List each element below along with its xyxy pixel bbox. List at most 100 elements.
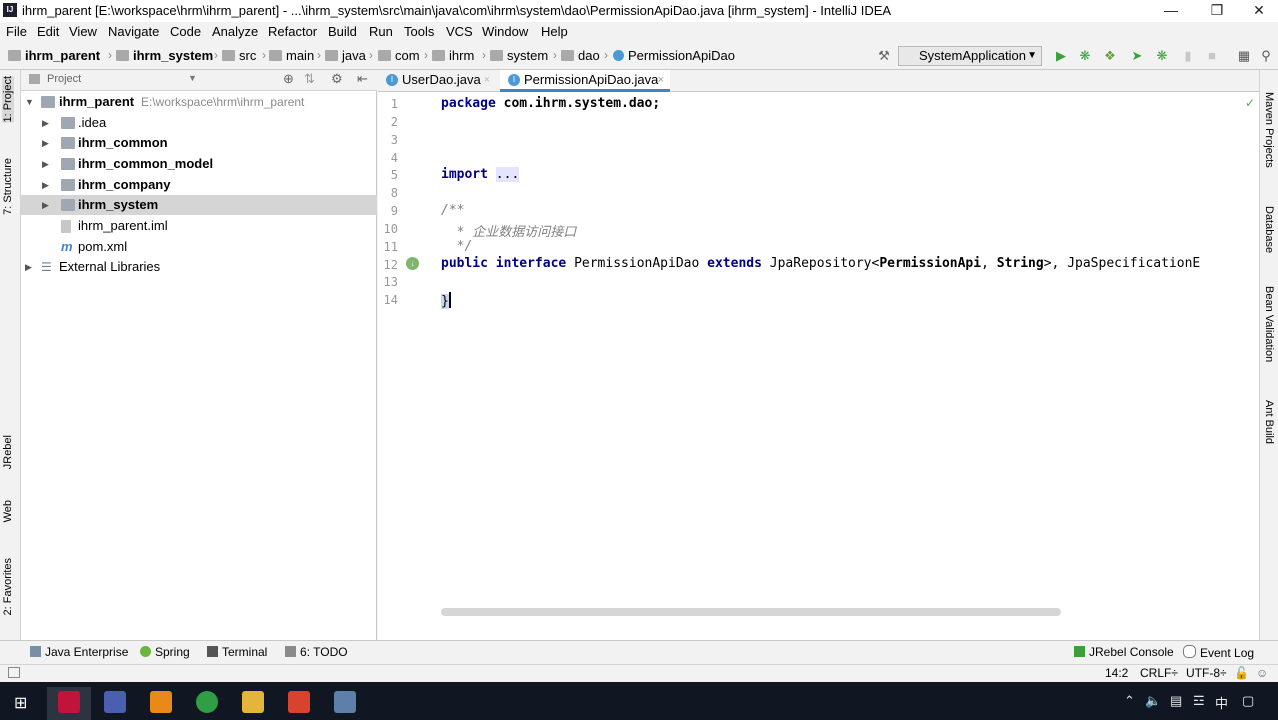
tool-jrebel-console[interactable]: JRebel Console [1074, 645, 1174, 659]
tree-item-ihrm-common[interactable]: ▶ ihrm_common [21, 133, 377, 153]
tree-item-external-libraries[interactable]: ▶ ☰ External Libraries [21, 257, 377, 277]
scroll-from-source-icon[interactable]: ⊕ [283, 71, 294, 87]
file-encoding[interactable]: UTF-8÷ [1186, 666, 1227, 680]
jrebel-debug-icon[interactable]: ❋ [1154, 48, 1170, 64]
tree-item-ihrm-parent[interactable]: ▼ ihrm_parent E:\workspace\hrm\ihrm_pare… [21, 92, 377, 112]
debug-icon[interactable]: ❋ [1077, 48, 1093, 64]
tab-jrebel[interactable]: JRebel [2, 435, 14, 469]
tool-java-enterprise[interactable]: Java Enterprise [30, 645, 128, 659]
stop-icon[interactable]: ■ [1204, 48, 1220, 64]
search-everywhere-icon[interactable]: ⚲ [1258, 48, 1274, 64]
tree-item-ihrm-company[interactable]: ▶ ihrm_company [21, 175, 377, 195]
breadcrumb-src[interactable]: src [222, 48, 256, 63]
taskbar-app-7[interactable] [323, 687, 367, 720]
chevron-right-icon[interactable]: ▶ [42, 133, 49, 153]
chevron-right-icon[interactable]: ▶ [25, 257, 32, 277]
chevron-down-icon[interactable]: ▼ [25, 92, 34, 112]
chevron-right-icon[interactable]: ▶ [42, 175, 49, 195]
menu-view[interactable]: View [69, 24, 97, 39]
tool-event-log[interactable]: Event Log [1183, 645, 1254, 660]
tab-web[interactable]: Web [2, 500, 14, 522]
menu-file[interactable]: File [6, 24, 27, 39]
menu-edit[interactable]: Edit [37, 24, 59, 39]
breadcrumb-ihrm-parent[interactable]: ihrm_parent [8, 48, 100, 63]
taskbar-app-2[interactable] [93, 687, 137, 720]
run-icon[interactable]: ▶ [1053, 48, 1069, 64]
tray-ime-indicator[interactable]: 中 [1215, 693, 1228, 712]
line-separator[interactable]: CRLF÷ [1140, 666, 1178, 680]
breadcrumb-dao[interactable]: dao [561, 48, 600, 63]
menu-window[interactable]: Window [482, 24, 528, 39]
menu-code[interactable]: Code [170, 24, 201, 39]
tab-project[interactable]: 1: Project [2, 76, 14, 123]
tree-item-ihrm-common-model[interactable]: ▶ ihrm_common_model [21, 154, 377, 174]
breadcrumb-main[interactable]: main [269, 48, 314, 63]
menu-help[interactable]: Help [541, 24, 568, 39]
menu-navigate[interactable]: Navigate [108, 24, 159, 39]
tree-item-ihrm-parent-iml[interactable]: ihrm_parent.iml [21, 216, 377, 236]
breadcrumb-ihrm[interactable]: ihrm [432, 48, 474, 63]
taskbar-chrome[interactable] [185, 687, 229, 720]
tool-terminal[interactable]: Terminal [207, 645, 267, 659]
menu-refactor[interactable]: Refactor [268, 24, 317, 39]
tool-todo[interactable]: 6: TODO [285, 645, 348, 659]
taskbar-app-6[interactable] [277, 687, 321, 720]
tree-item-idea[interactable]: ▶ .idea [21, 113, 377, 133]
tab-database[interactable]: Database [1263, 206, 1275, 253]
tab-favorites[interactable]: 2: Favorites [2, 558, 14, 615]
taskbar-intellij[interactable] [47, 687, 91, 720]
chevron-right-icon[interactable]: ▶ [42, 195, 49, 215]
tab-userdao-java[interactable]: I UserDao.java × [378, 70, 496, 92]
menu-vcs[interactable]: VCS [446, 24, 473, 39]
pause-icon[interactable]: ▮ [1180, 48, 1196, 64]
close-tab-icon[interactable]: × [484, 70, 490, 90]
taskbar-file-explorer[interactable] [231, 687, 275, 720]
windows-start-icon[interactable]: ⊞ [14, 693, 27, 713]
breadcrumb-java[interactable]: java [325, 48, 366, 63]
code-editor[interactable]: 1 2 3 4 5 8 9 10 11 12 13 14 ↓ package c… [378, 92, 1259, 640]
tray-battery-icon[interactable]: ▤ [1170, 693, 1182, 709]
menu-run[interactable]: Run [369, 24, 393, 39]
jrebel-run-icon[interactable]: ➤ [1129, 48, 1145, 64]
tree-item-pom-xml[interactable]: m pom.xml [21, 237, 377, 257]
tab-bean-validation[interactable]: Bean Validation [1263, 286, 1275, 362]
hide-panel-icon[interactable]: ⇤ [357, 71, 368, 87]
chevron-down-icon[interactable]: ▼ [188, 73, 197, 83]
collapse-all-icon[interactable]: ⇅ [304, 71, 315, 87]
breadcrumb-system[interactable]: system [490, 48, 548, 63]
menu-tools[interactable]: Tools [404, 24, 434, 39]
project-view-selector[interactable]: Project [47, 73, 81, 85]
close-button[interactable]: ✕ [1236, 0, 1278, 22]
restore-button[interactable]: ❐ [1194, 0, 1240, 22]
close-tab-icon[interactable]: × [658, 70, 664, 90]
tool-spring[interactable]: Spring [140, 645, 190, 659]
tray-notification-icon[interactable]: ▢ [1242, 693, 1254, 709]
tray-volume-icon[interactable]: 🔈 [1145, 693, 1161, 709]
inspection-ok-icon[interactable]: ✓ [1245, 96, 1255, 110]
menu-build[interactable]: Build [328, 24, 357, 39]
tree-item-ihrm-system[interactable]: ▶ ihrm_system [21, 195, 377, 215]
coverage-icon[interactable]: ❖ [1102, 48, 1118, 64]
tray-chevron-up-icon[interactable]: ⌃ [1124, 693, 1135, 709]
tab-structure[interactable]: 7: Structure [2, 158, 14, 215]
breadcrumb-permissionapidao[interactable]: PermissionApiDao [613, 48, 735, 63]
inspector-icon[interactable]: ☺ [1256, 666, 1268, 680]
minimize-button[interactable]: — [1148, 0, 1194, 22]
run-config-selector[interactable]: SystemApplication ▼ [898, 46, 1042, 66]
breadcrumb-ihrm-system[interactable]: ihrm_system [116, 48, 213, 63]
build-hammer-icon[interactable]: ⚒ [876, 48, 892, 64]
chevron-right-icon[interactable]: ▶ [42, 113, 49, 133]
project-structure-icon[interactable]: ▦ [1236, 48, 1252, 64]
tab-maven-projects[interactable]: Maven Projects [1263, 92, 1275, 168]
tab-ant-build[interactable]: Ant Build [1263, 400, 1275, 444]
chevron-right-icon[interactable]: ▶ [42, 154, 49, 174]
toggle-tool-windows-icon[interactable] [8, 667, 20, 678]
menu-analyze[interactable]: Analyze [212, 24, 258, 39]
implemented-gutter-icon[interactable]: ↓ [406, 257, 419, 270]
caret-position[interactable]: 14:2 [1105, 666, 1128, 680]
breadcrumb-com[interactable]: com [378, 48, 420, 63]
taskbar-app-3[interactable] [139, 687, 183, 720]
tab-permissionapidao-java[interactable]: I PermissionApiDao.java × [500, 70, 670, 92]
lock-icon[interactable]: 🔓 [1234, 666, 1249, 680]
horizontal-scrollbar[interactable] [441, 608, 1061, 616]
